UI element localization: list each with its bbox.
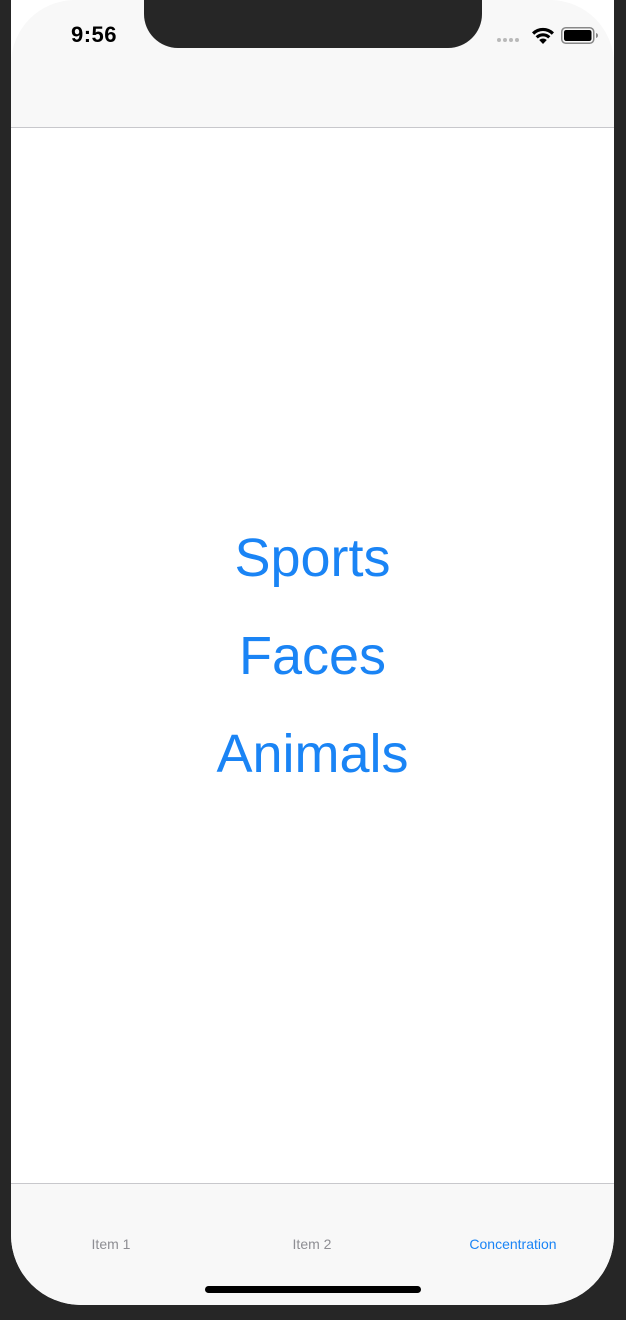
- status-time: 9:56: [71, 22, 118, 47]
- device-frame: 9:56 Sports Faces Animals Item 1 Item 2 …: [0, 0, 626, 1320]
- sports-theme-button[interactable]: Sports: [11, 528, 614, 588]
- battery-icon: [561, 27, 598, 44]
- tab-bar: Item 1 Item 2 Concentration: [11, 1183, 614, 1305]
- tab-item-1[interactable]: Item 1: [11, 1236, 211, 1252]
- home-indicator[interactable]: [205, 1286, 421, 1293]
- animals-theme-button[interactable]: Animals: [11, 724, 614, 784]
- tab-concentration[interactable]: Concentration: [413, 1236, 613, 1252]
- theme-chooser: Sports Faces Animals: [11, 128, 614, 1183]
- navigation-bar: [11, 80, 614, 128]
- cellular-signal-icon: [497, 38, 519, 42]
- tab-item-2[interactable]: Item 2: [212, 1236, 412, 1252]
- faces-theme-button[interactable]: Faces: [11, 626, 614, 686]
- device-notch: [144, 0, 482, 48]
- wifi-icon: [532, 27, 554, 44]
